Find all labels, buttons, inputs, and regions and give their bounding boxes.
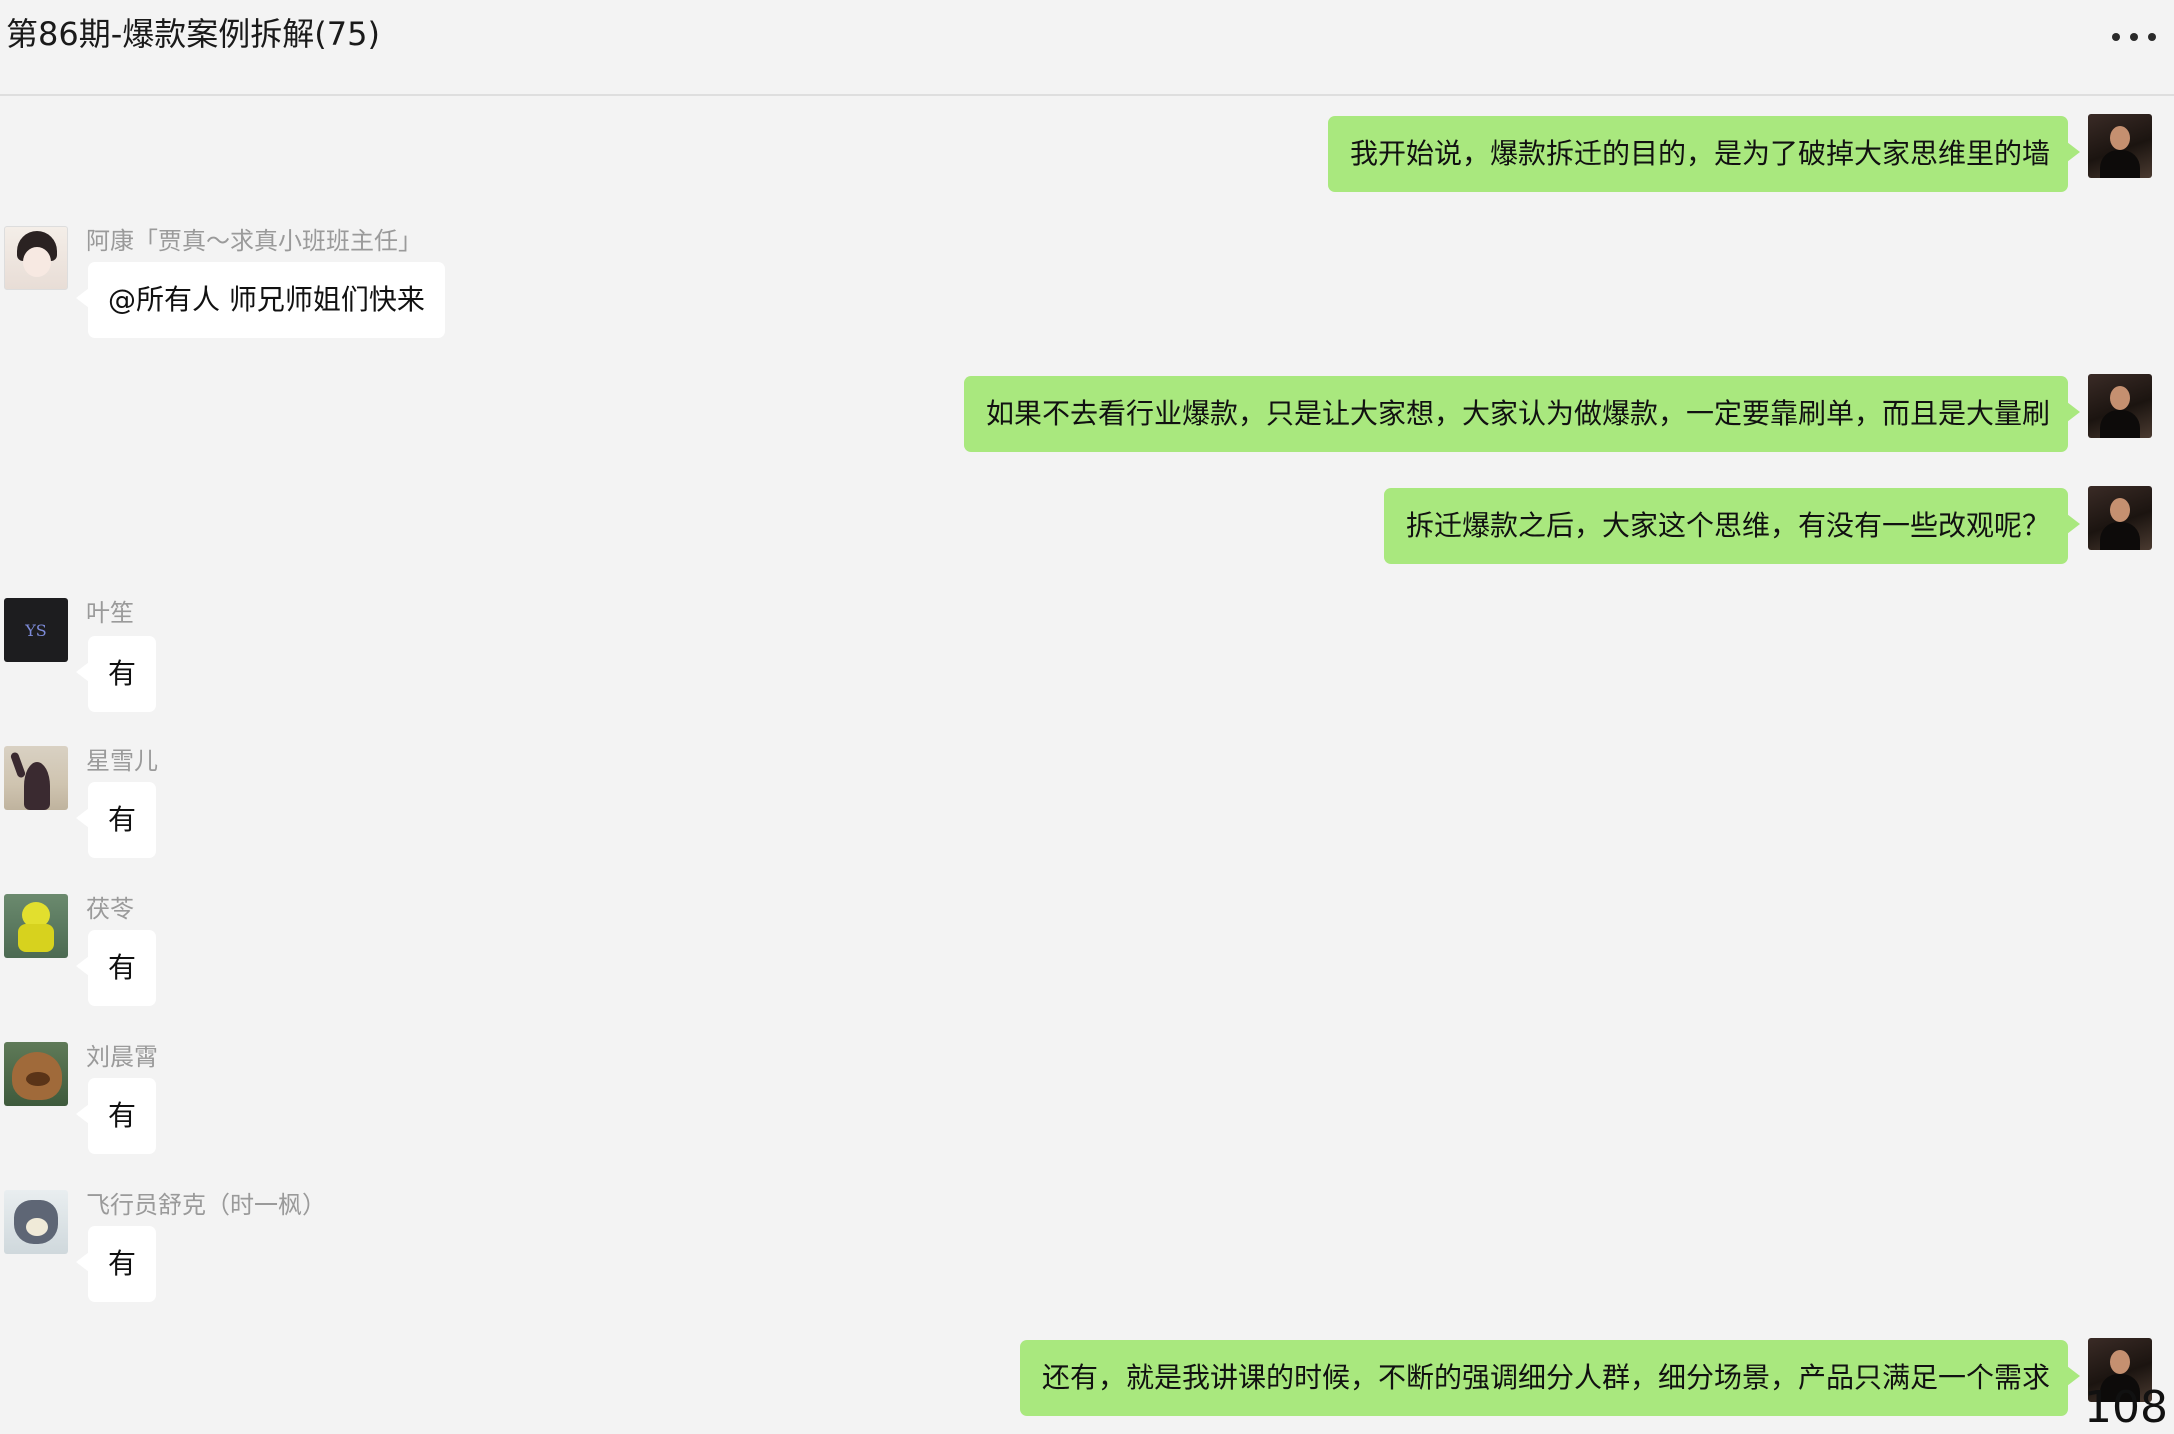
message-bubble[interactable]: 有 bbox=[75, 636, 157, 712]
more-options-icon[interactable] bbox=[2112, 28, 2156, 46]
message-row: 我开始说，爆款拆迁的目的，是为了破掉大家思维里的墙 bbox=[0, 114, 2174, 194]
sender-name: 茯苓 bbox=[86, 895, 134, 923]
message-row: 茯苓 有 bbox=[0, 892, 2174, 1012]
page-indicator: 108 bbox=[2084, 1382, 2168, 1433]
chat-title: 第86期-爆款案例拆解(75) bbox=[6, 15, 380, 53]
message-bubble[interactable]: 拆迁爆款之后，大家这个思维，有没有一些改观呢？ bbox=[1383, 488, 2081, 564]
message-bubble[interactable]: 有 bbox=[75, 782, 157, 858]
message-row: 阿康「贾真～求真小班班主任」 @所有人 师兄师姐们快来 bbox=[0, 224, 2174, 344]
avatar[interactable] bbox=[4, 894, 68, 958]
sender-name: 叶笙 bbox=[86, 599, 134, 627]
message-row: 如果不去看行业爆款，只是让大家想，大家认为做爆款，一定要靠刷单，而且是大量刷 bbox=[0, 374, 2174, 454]
message-bubble[interactable]: 如果不去看行业爆款，只是让大家想，大家认为做爆款，一定要靠刷单，而且是大量刷 bbox=[963, 376, 2081, 452]
sender-name: 阿康「贾真～求真小班班主任」 bbox=[86, 227, 422, 255]
avatar[interactable] bbox=[4, 226, 68, 290]
message-row: 星雪儿 有 bbox=[0, 744, 2174, 864]
avatar[interactable] bbox=[2088, 486, 2152, 550]
message-bubble[interactable]: 还有，就是我讲课的时候，不断的强调细分人群，细分场景，产品只满足一个需求 bbox=[1019, 1340, 2081, 1416]
avatar[interactable] bbox=[2088, 374, 2152, 438]
message-bubble[interactable]: 有 bbox=[75, 1078, 157, 1154]
message-bubble[interactable]: @所有人 师兄师姐们快来 bbox=[76, 262, 445, 338]
avatar[interactable]: YS bbox=[4, 598, 68, 662]
avatar[interactable] bbox=[4, 746, 68, 810]
avatar[interactable] bbox=[4, 1190, 68, 1254]
message-row: YS 叶笙 有 bbox=[0, 596, 2174, 716]
avatar[interactable] bbox=[2088, 114, 2152, 178]
message-row: 拆迁爆款之后，大家这个思维，有没有一些改观呢？ bbox=[0, 486, 2174, 566]
chat-header: 第86期-爆款案例拆解(75) bbox=[0, 0, 2174, 96]
message-bubble[interactable]: 有 bbox=[75, 930, 157, 1006]
message-row: 刘晨霄 有 bbox=[0, 1040, 2174, 1160]
message-bubble[interactable]: 有 bbox=[75, 1226, 157, 1302]
avatar[interactable] bbox=[4, 1042, 68, 1106]
message-bubble[interactable]: 我开始说，爆款拆迁的目的，是为了破掉大家思维里的墙 bbox=[1327, 116, 2081, 192]
sender-name: 刘晨霄 bbox=[86, 1043, 158, 1071]
message-row: 还有，就是我讲课的时候，不断的强调细分人群，细分场景，产品只满足一个需求 bbox=[0, 1338, 2174, 1418]
message-row: 飞行员舒克（时一枫） 有 bbox=[0, 1188, 2174, 1308]
sender-name: 星雪儿 bbox=[86, 747, 158, 775]
sender-name: 飞行员舒克（时一枫） bbox=[86, 1191, 326, 1219]
